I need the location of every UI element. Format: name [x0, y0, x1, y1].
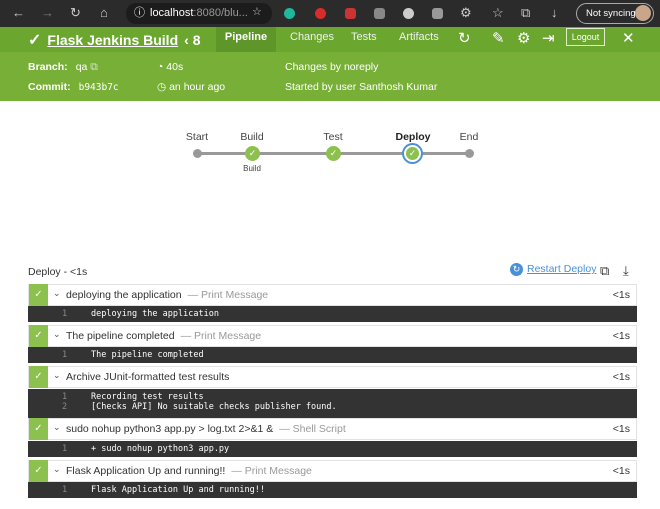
success-check-icon: ✓: [29, 460, 48, 482]
stage-test[interactable]: ✓: [326, 146, 341, 161]
extension-icon[interactable]: [432, 8, 443, 19]
edit-icon[interactable]: ✎: [492, 29, 505, 47]
stage-title: Deploy - <1s: [28, 266, 88, 278]
step-log: 1 + sudo nohup python3 app.py: [28, 441, 637, 457]
extension-icon[interactable]: [345, 8, 356, 19]
reload-icon[interactable]: ↻: [70, 5, 81, 21]
extension-icon[interactable]: [315, 8, 326, 19]
step-log: 1 Flask Application Up and running!!: [28, 482, 637, 498]
log-line: 1 Recording test results: [62, 392, 204, 402]
duration-icon: ◔: [157, 61, 164, 73]
log-line: 1 The pipeline completed: [62, 350, 204, 360]
tab-artifacts[interactable]: Artifacts: [399, 27, 439, 52]
step-row[interactable]: ✓ ⌄ deploying the application — Print Messa…: [28, 284, 637, 306]
home-icon[interactable]: ⌂: [100, 5, 108, 20]
tab-changes[interactable]: Changes: [290, 27, 334, 52]
browser-toolbar: ← → ↻ ⌂ ⓘ localhost:8080/blu... ☆ ⚙ ☆ ⧉ ↓…: [0, 0, 660, 27]
tab-tests[interactable]: Tests: [351, 27, 377, 52]
chevron-down-icon[interactable]: ⌄: [53, 329, 61, 340]
restart-deploy-link[interactable]: ↻ Restart Deploy: [510, 263, 596, 276]
success-check-icon: ✓: [29, 284, 48, 306]
back-icon[interactable]: ←: [12, 5, 25, 20]
log-line: 1 deploying the application: [62, 309, 219, 319]
chevron-down-icon[interactable]: ⌄: [53, 370, 61, 381]
extensions-icon[interactable]: ⚙: [460, 5, 472, 21]
close-icon[interactable]: ✕: [622, 29, 635, 47]
stage-build[interactable]: ✓: [245, 146, 260, 161]
external-link-icon[interactable]: ⧉: [90, 61, 98, 73]
sync-button[interactable]: Not syncing: [576, 3, 654, 24]
commit-value: b943b7c: [78, 82, 119, 93]
stage-end: [465, 149, 474, 158]
rerun-icon[interactable]: ↻: [458, 29, 471, 47]
chevron-down-icon[interactable]: ⌄: [53, 288, 61, 299]
step-log: 1 Recording test results 2 [Checks API] No …: [28, 389, 637, 420]
collections-icon[interactable]: ⧉: [521, 5, 530, 21]
success-check-icon: ✓: [29, 325, 48, 347]
forward-icon[interactable]: →: [41, 5, 54, 20]
success-check-icon: ✓: [29, 418, 48, 440]
pipeline-graph: Start Build Test Deploy End ✓ Build ✓ ✓: [185, 131, 479, 173]
log-line: 2 [Checks API] No suitable checks publish…: [62, 402, 337, 412]
stage-start: [193, 149, 202, 158]
job-link[interactable]: Flask Jenkins Build: [47, 32, 178, 48]
avatar: [635, 5, 651, 21]
extension-icon[interactable]: [403, 8, 414, 19]
run-title: ✓ Flask Jenkins Build ‹ 8: [28, 30, 200, 50]
favorite-icon[interactable]: ☆: [252, 5, 262, 18]
info-icon: ⓘ: [134, 7, 145, 19]
run-number: ‹ 8: [184, 32, 201, 48]
extension-icon[interactable]: [374, 8, 385, 19]
clock-icon: ◷: [157, 81, 167, 93]
chevron-down-icon[interactable]: ⌄: [53, 464, 61, 475]
step-row[interactable]: ✓ ⌄ Flask Application Up and running!! — Pr…: [28, 460, 637, 482]
logout-button[interactable]: Logout: [566, 28, 605, 46]
log-line: 1 + sudo nohup python3 app.py: [62, 444, 230, 454]
step-row[interactable]: ✓ ⌄ sudo nohup python3 app.py > log.txt 2>…: [28, 418, 637, 440]
tab-pipeline[interactable]: Pipeline: [216, 27, 276, 52]
extension-icon[interactable]: [284, 8, 295, 19]
settings-icon[interactable]: ⚙: [517, 29, 530, 47]
address-bar[interactable]: ⓘ localhost:8080/blu...: [126, 3, 272, 24]
step-row[interactable]: ✓ ⌄ The pipeline completed — Print Message <…: [28, 325, 637, 347]
log-line: 1 Flask Application Up and running!!: [62, 485, 265, 495]
open-external-icon[interactable]: ⧉: [600, 263, 609, 279]
step-log: 1 The pipeline completed: [28, 347, 637, 363]
run-header: ✓ Flask Jenkins Build ‹ 8 Pipeline Changes…: [0, 27, 660, 101]
success-check-icon: ✓: [29, 366, 48, 388]
download-icon[interactable]: ↓: [551, 5, 558, 20]
step-log: 1 deploying the application: [28, 306, 637, 322]
download-log-icon[interactable]: ⤓: [623, 263, 629, 279]
branch-value: qa: [75, 61, 88, 73]
success-check-icon: ✓: [28, 32, 42, 49]
favorites-icon[interactable]: ☆: [492, 5, 504, 21]
stage-deploy[interactable]: ✓: [404, 145, 421, 162]
restart-icon: ↻: [510, 263, 523, 276]
exit-icon[interactable]: ⇥: [542, 29, 555, 47]
step-row[interactable]: ✓ ⌄ Archive JUnit-formatted test results <1…: [28, 366, 637, 388]
chevron-down-icon[interactable]: ⌄: [53, 422, 61, 433]
